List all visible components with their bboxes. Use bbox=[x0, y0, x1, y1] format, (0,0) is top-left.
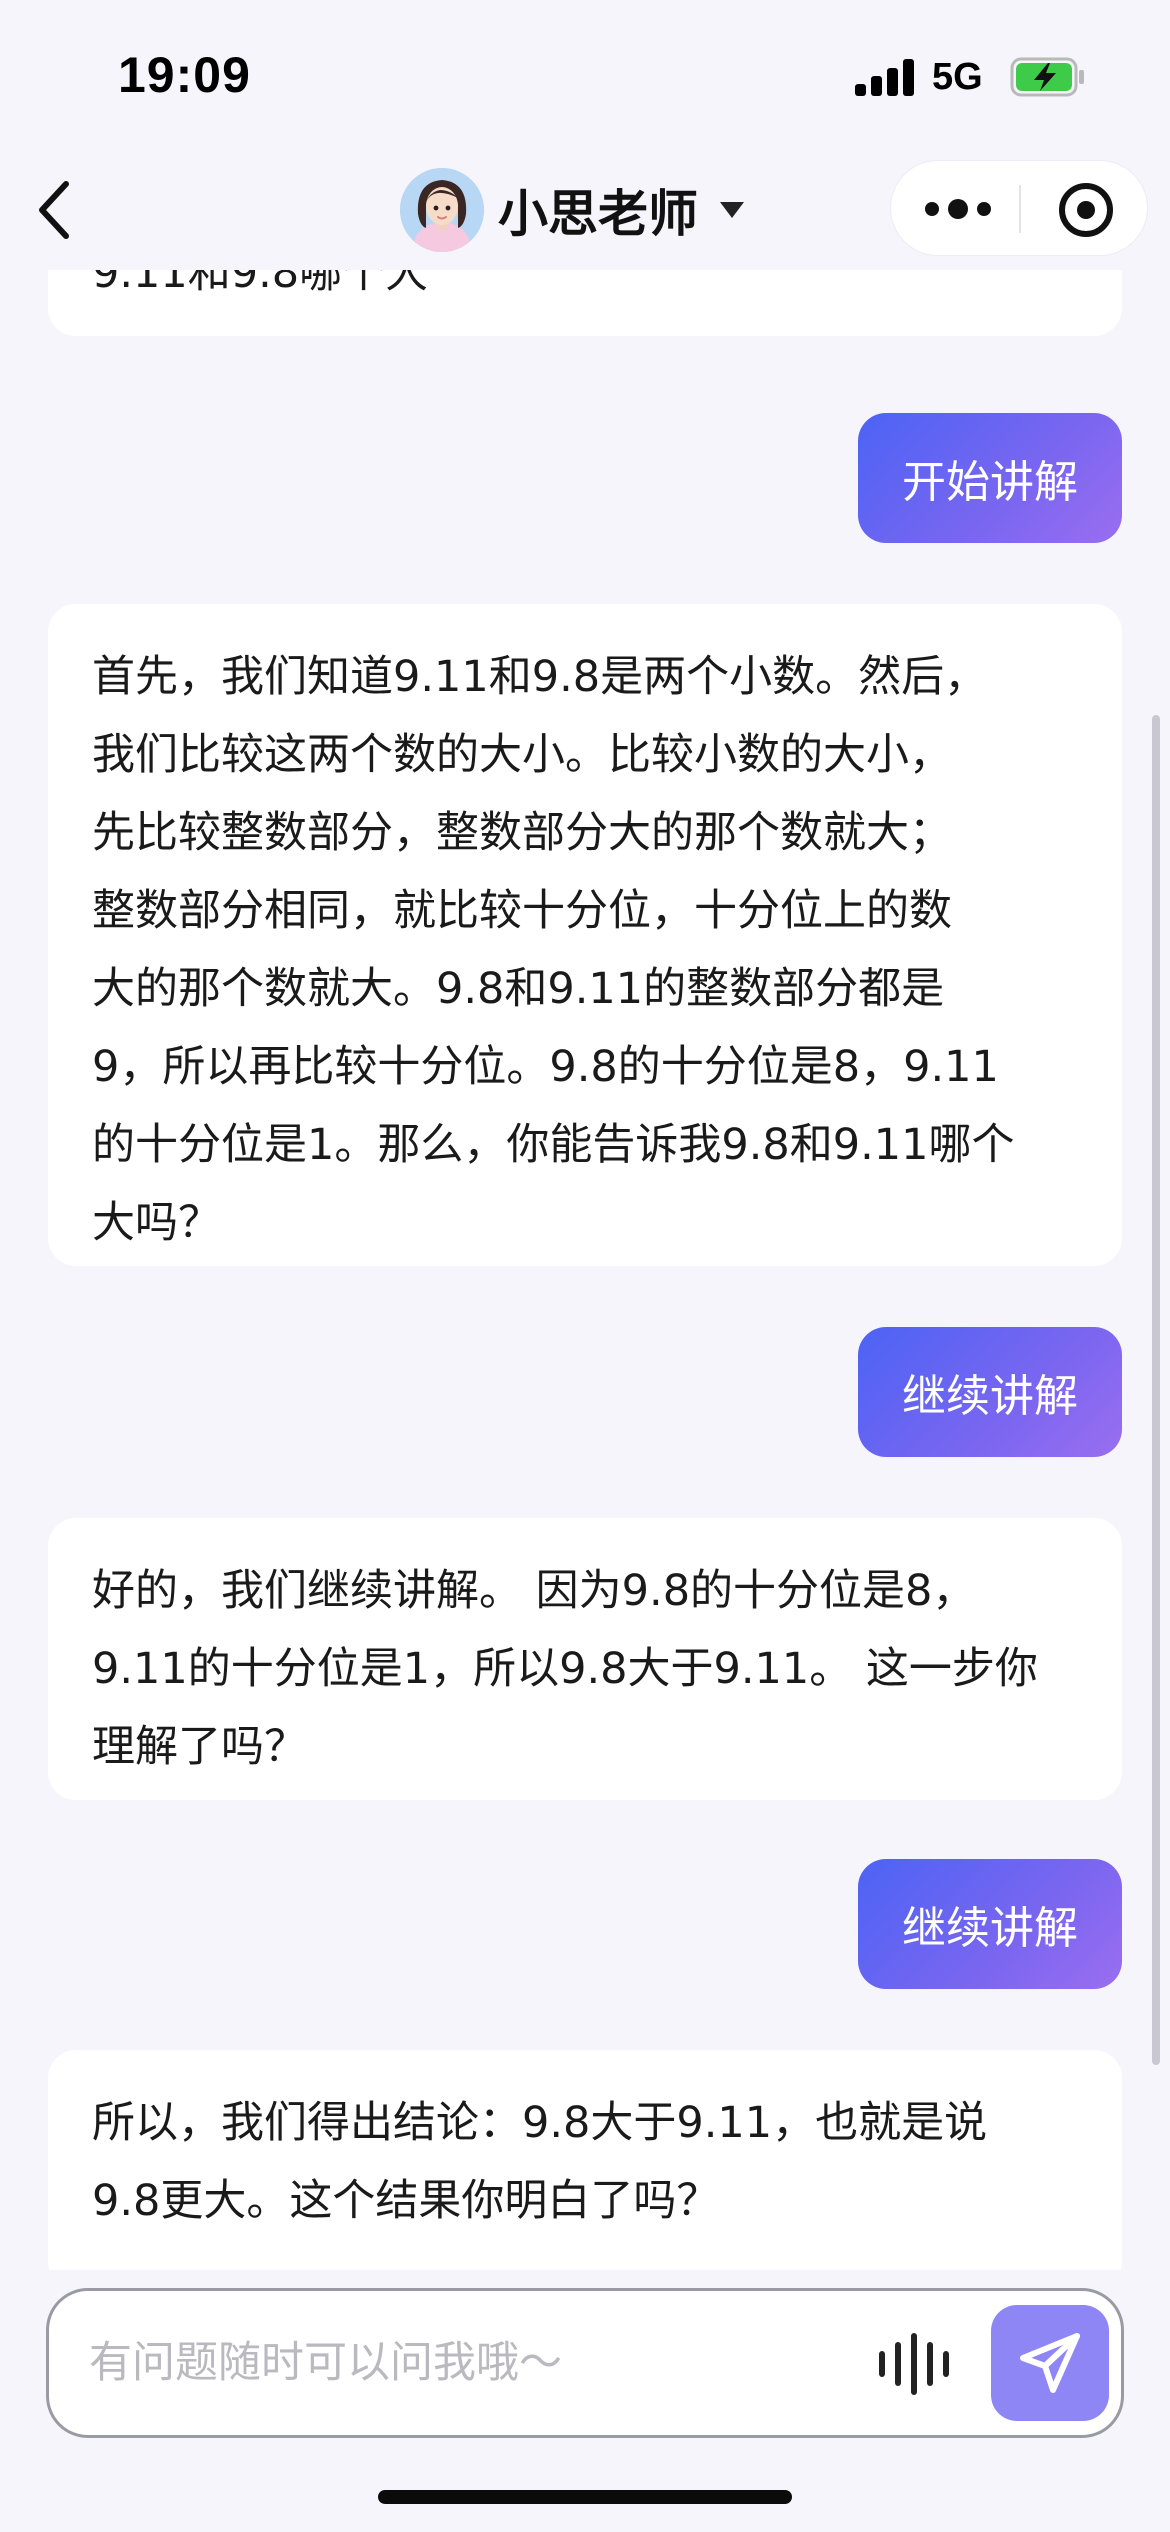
message-line: 我们比较这两个数的大小。比较小数的大小， bbox=[92, 730, 952, 780]
voice-input-button[interactable] bbox=[879, 2333, 949, 2395]
battery-charging-icon bbox=[1010, 57, 1084, 97]
message-text: 开始讲解 bbox=[902, 457, 1078, 508]
ai-message: 首先，我们知道9.11和9.8是两个小数。然后， 我们比较这两个数的大小。比较小… bbox=[48, 604, 1122, 1266]
status-time: 19:09 bbox=[118, 47, 251, 103]
message-text: 继续讲解 bbox=[902, 1371, 1078, 1422]
teacher-switcher[interactable]: 小思老师 bbox=[400, 164, 746, 256]
scrollbar[interactable] bbox=[1152, 715, 1160, 2065]
cellular-signal-icon bbox=[855, 58, 915, 96]
message-input[interactable] bbox=[89, 2291, 869, 2435]
message-line: 的十分位是1。那么，你能告诉我9.8和9.11哪个 bbox=[92, 1120, 1015, 1170]
network-type: 5G bbox=[932, 56, 983, 98]
message-text: 9.11和9.8哪个大 bbox=[92, 270, 429, 298]
nav-bar: 小思老师 bbox=[0, 150, 1170, 270]
send-paper-plane-icon bbox=[1020, 2333, 1080, 2393]
home-indicator bbox=[378, 2490, 792, 2504]
message-line: 所以，我们得出结论：9.8大于9.11，也就是说 bbox=[92, 2098, 988, 2148]
miniprogram-capsule bbox=[890, 160, 1148, 256]
message-line: 好的，我们继续讲解。 因为9.8的十分位是8， bbox=[92, 1566, 976, 1616]
record-target-icon[interactable] bbox=[1059, 183, 1113, 237]
voice-waveform-icon bbox=[879, 2351, 885, 2377]
user-message-button[interactable]: 继续讲解 bbox=[858, 1859, 1122, 1989]
message-line: 整数部分相同，就比较十分位，十分位上的数 bbox=[92, 886, 952, 936]
caret-down-icon bbox=[720, 202, 744, 218]
more-button[interactable] bbox=[925, 191, 991, 227]
message-line: 大的那个数就大。9.8和9.11的整数部分都是 bbox=[92, 964, 945, 1014]
message-line: 9，所以再比较十分位。9.8的十分位是8，9.11 bbox=[92, 1042, 999, 1092]
message-line: 理解了吗？ bbox=[92, 1722, 307, 1772]
message-input-bar bbox=[46, 2288, 1124, 2438]
more-dots-icon bbox=[925, 202, 939, 216]
message-line: 9.11的十分位是1，所以9.8大于9.11。 这一步你 bbox=[92, 1644, 1038, 1694]
message-line: 大吗？ bbox=[92, 1198, 221, 1248]
status-bar: 19:09 5G bbox=[0, 0, 1170, 150]
avatar bbox=[400, 168, 484, 252]
message-line: 首先，我们知道9.11和9.8是两个小数。然后， bbox=[92, 652, 988, 702]
user-message-button[interactable]: 开始讲解 bbox=[858, 413, 1122, 543]
ai-message: 好的，我们继续讲解。 因为9.8的十分位是8， 9.11的十分位是1，所以9.8… bbox=[48, 1518, 1122, 1800]
ai-message: 9.11和9.8哪个大 bbox=[48, 270, 1122, 336]
capsule-divider bbox=[1019, 185, 1021, 233]
back-chevron-icon bbox=[39, 181, 69, 239]
user-message-button[interactable]: 继续讲解 bbox=[858, 1327, 1122, 1457]
message-line: 先比较整数部分，整数部分大的那个数就大； bbox=[92, 808, 952, 858]
send-button[interactable] bbox=[991, 2305, 1109, 2421]
teacher-name: 小思老师 bbox=[498, 185, 698, 243]
back-button[interactable] bbox=[22, 178, 86, 242]
message-text: 继续讲解 bbox=[902, 1903, 1078, 1954]
message-line: 9.8更大。这个结果你明白了吗？ bbox=[92, 2176, 720, 2226]
ai-message: 所以，我们得出结论：9.8大于9.11，也就是说 9.8更大。这个结果你明白了吗… bbox=[48, 2050, 1122, 2270]
chat-list: 9.11和9.8哪个大 开始讲解 首先，我们知道9.11和9.8是两个小数。然后… bbox=[0, 270, 1170, 2270]
